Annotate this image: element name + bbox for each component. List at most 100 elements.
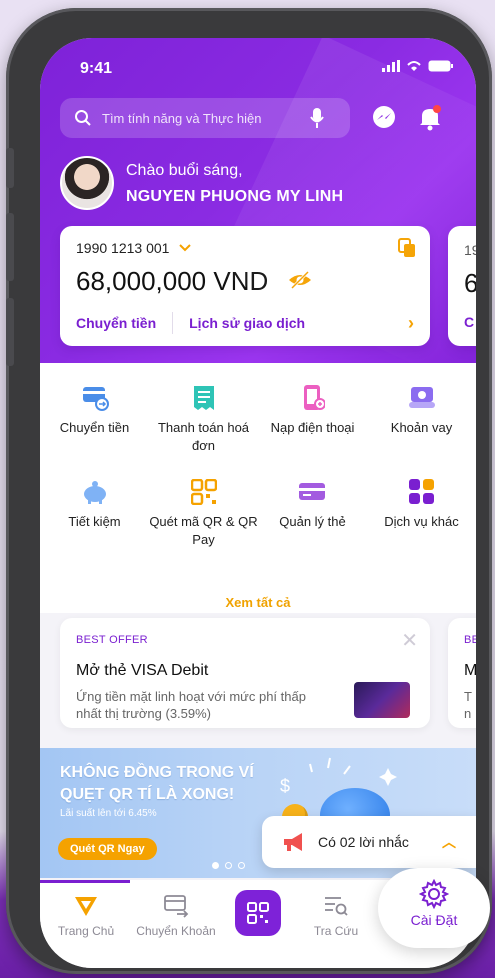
offer-tag: BE — [464, 634, 476, 646]
phone-frame: 9:41 Chào buổi sáng, NGUYEN PHUONG MY LI… — [6, 8, 492, 974]
tab-label: Tra Cứu — [313, 924, 359, 938]
service-label: Khoản vay — [390, 420, 453, 435]
user-name: NGUYEN PHUONG MY LINH — [126, 188, 344, 205]
banner-title: KHÔNG ĐỒNG TRONG VÍ QUẸT QR TÍ LÀ XONG! — [60, 764, 254, 803]
transfer-icon — [136, 892, 216, 920]
service-loan[interactable]: Khoản vay — [367, 383, 476, 437]
qr-scan-button[interactable] — [235, 890, 281, 936]
more-services-icon — [407, 477, 437, 507]
service-transfer[interactable]: Chuyển tiền — [40, 383, 149, 437]
volume-down-button — [6, 298, 14, 366]
offer-tag: BEST OFFER — [76, 634, 148, 646]
history-link[interactable]: Lịch sử giao dịch — [189, 315, 305, 331]
search-bar[interactable] — [60, 98, 350, 138]
offer-card[interactable]: BEST OFFER ✕ Mở thẻ VISA Debit Ứng tiền … — [60, 618, 430, 728]
notification-button[interactable] — [414, 102, 446, 134]
battery-icon — [428, 60, 453, 72]
service-label: Tiết kiệm — [68, 514, 121, 529]
tab-label: Chuyển Khoản — [136, 924, 216, 938]
service-bill-payment[interactable]: Thanh toán hoá đơn — [149, 383, 258, 455]
megaphone-icon — [284, 833, 302, 851]
wifi-icon — [407, 61, 421, 71]
home-logo-icon — [46, 892, 126, 920]
account-card-next[interactable]: 19 6 C — [448, 226, 476, 346]
banner-subtitle: Lãi suất lên tới 6.45% — [60, 808, 157, 819]
tab-lookup[interactable]: Tra Cứu — [296, 892, 376, 938]
tab-label: Trang Chủ — [57, 924, 115, 938]
close-icon[interactable]: ✕ — [401, 628, 418, 653]
carousel-dot[interactable] — [225, 862, 232, 869]
status-icons — [382, 60, 454, 72]
chevron-right-icon[interactable]: › — [408, 313, 414, 334]
settings-button[interactable]: Cài Đặt — [378, 868, 490, 948]
offer-description: Ứng tiền mặt linh hoạt với mức phí thấp … — [76, 689, 306, 721]
bill-icon — [189, 383, 219, 413]
offer-description: T n — [464, 689, 472, 721]
eye-hidden-icon — [289, 270, 311, 290]
lookup-icon — [296, 892, 376, 920]
search-input[interactable] — [100, 109, 304, 127]
signal-icon — [382, 60, 400, 72]
chevron-down-icon — [179, 244, 192, 252]
chevron-up-icon[interactable]: ︿ — [442, 832, 456, 852]
see-all-link[interactable]: Xem tất cả — [40, 595, 476, 610]
account-balance: 68,000,000 VND — [76, 266, 269, 296]
search-icon — [75, 110, 91, 126]
divider — [172, 312, 174, 334]
carousel-dot[interactable] — [212, 862, 219, 869]
service-label: Nạp điện thoại — [270, 420, 355, 435]
transfer-card-icon — [80, 383, 110, 413]
toggle-balance-button[interactable] — [288, 270, 312, 295]
tab-home[interactable]: Trang Chủ — [46, 892, 126, 938]
qr-code-icon — [189, 477, 219, 507]
transfer-link[interactable]: Chuyển tiền — [76, 315, 156, 331]
app-screen: 9:41 Chào buổi sáng, NGUYEN PHUONG MY LI… — [40, 38, 476, 968]
sparkle-icon: $ — [280, 757, 397, 796]
account-number-partial: 19 — [464, 242, 476, 258]
carousel-dot[interactable] — [238, 862, 245, 869]
service-label: Thanh toán hoá đơn — [157, 420, 250, 453]
card-icon — [298, 477, 328, 507]
card-action-partial: C — [464, 314, 475, 330]
offer-title: M — [464, 662, 476, 679]
service-label: Quét mã QR & QR Pay — [149, 514, 258, 547]
tab-transfer[interactable]: Chuyển Khoản — [136, 892, 216, 938]
service-label: Chuyển tiền — [59, 420, 130, 435]
qr-scan-icon — [247, 902, 269, 924]
card-actions: Chuyển tiền Lịch sử giao dịch › — [76, 310, 414, 336]
visa-card-image — [354, 682, 410, 718]
gear-icon — [378, 878, 490, 910]
service-card-management[interactable]: Quản lý thẻ — [258, 477, 367, 531]
mute-switch — [6, 148, 14, 188]
settings-label: Cài Đặt — [410, 912, 458, 928]
phone-topup-icon — [298, 383, 328, 413]
microphone-icon[interactable] — [310, 107, 324, 129]
scan-qr-button[interactable]: Quét QR Ngay — [58, 838, 157, 860]
offer-card-next[interactable]: BE M T n — [448, 618, 476, 728]
reminder-panel[interactable]: Có 02 lời nhắc ︿ — [262, 816, 476, 868]
reminder-text: Có 02 lời nhắc — [318, 834, 409, 850]
svg-text:$: $ — [280, 776, 290, 796]
services-grid: Chuyển tiền Thanh toán hoá đơn Nạp điện … — [40, 363, 476, 613]
status-time: 9:41 — [80, 60, 113, 77]
avatar[interactable] — [60, 156, 114, 210]
service-phone-topup[interactable]: Nạp điện thoại — [258, 383, 367, 437]
greeting-text: Chào buổi sáng, — [126, 162, 243, 179]
header-hero: 9:41 Chào buổi sáng, NGUYEN PHUONG MY LI… — [40, 38, 476, 363]
piggy-bank-icon — [80, 477, 110, 507]
account-number-selector[interactable]: 1990 1213 001 — [76, 240, 192, 256]
account-number: 1990 1213 001 — [76, 240, 170, 256]
account-balance-partial: 6 — [464, 268, 476, 298]
volume-up-button — [6, 213, 14, 281]
copy-button[interactable] — [398, 238, 416, 263]
messenger-icon — [373, 106, 395, 128]
messenger-button[interactable] — [368, 102, 400, 134]
offer-title: Mở thẻ VISA Debit — [76, 662, 209, 679]
service-more[interactable]: Dịch vụ khác — [367, 477, 476, 531]
bell-icon — [420, 105, 441, 131]
service-qr-pay[interactable]: Quét mã QR & QR Pay — [149, 477, 258, 549]
account-card[interactable]: 1990 1213 001 68,000,000 VND Chuyển tiền… — [60, 226, 430, 346]
copy-icon — [398, 238, 415, 257]
service-savings[interactable]: Tiết kiệm — [40, 477, 149, 531]
carousel-dots — [212, 862, 245, 869]
